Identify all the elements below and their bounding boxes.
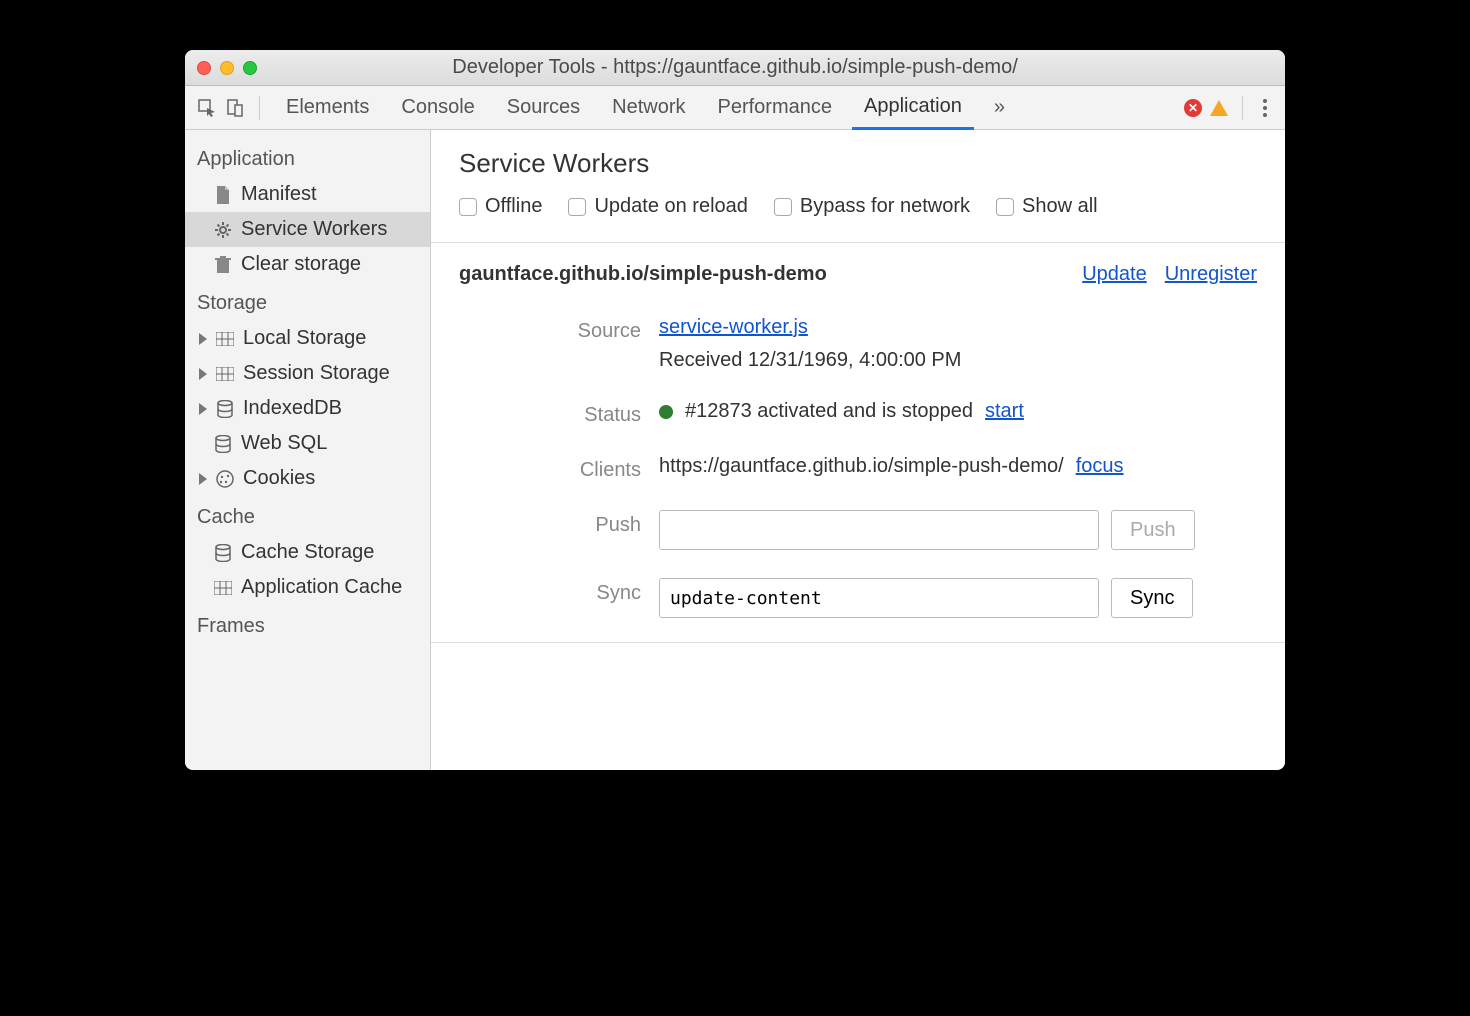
tab-performance[interactable]: Performance xyxy=(706,86,845,130)
expand-icon[interactable] xyxy=(199,403,207,415)
toolbar-divider xyxy=(259,96,260,120)
push-input[interactable] xyxy=(659,510,1099,550)
settings-menu-icon[interactable] xyxy=(1257,99,1273,117)
sidebar-section-storage: Storage xyxy=(185,282,430,321)
inspect-element-icon[interactable] xyxy=(197,98,217,118)
status-text: #12873 activated and is stopped xyxy=(685,400,973,423)
application-sidebar: Application Manifest Service Workers Cle… xyxy=(185,130,431,770)
update-link[interactable]: Update xyxy=(1082,263,1147,286)
sidebar-section-application: Application xyxy=(185,138,430,177)
offline-checkbox[interactable]: Offline xyxy=(459,195,542,218)
close-window-button[interactable] xyxy=(197,61,211,75)
unregister-link[interactable]: Unregister xyxy=(1165,263,1257,286)
sidebar-section-frames: Frames xyxy=(185,605,430,644)
sidebar-item-label: Local Storage xyxy=(243,327,366,350)
panel-title: Service Workers xyxy=(459,148,1257,179)
received-text: Received 12/31/1969, 4:00:00 PM xyxy=(659,349,1257,372)
sidebar-item-application-cache[interactable]: Application Cache xyxy=(185,570,430,605)
checkbox-icon xyxy=(774,198,792,216)
divider xyxy=(431,642,1285,643)
sidebar-item-label: Application Cache xyxy=(241,576,402,599)
sidebar-item-label: Manifest xyxy=(241,183,317,206)
toolbar-divider xyxy=(1242,96,1243,120)
tab-network[interactable]: Network xyxy=(600,86,697,130)
tab-elements[interactable]: Elements xyxy=(274,86,381,130)
tab-application[interactable]: Application xyxy=(852,86,974,130)
tabs-overflow[interactable]: » xyxy=(982,86,1017,130)
start-link[interactable]: start xyxy=(985,400,1024,423)
database-icon xyxy=(215,399,235,419)
database-icon xyxy=(213,434,233,454)
focus-link[interactable]: focus xyxy=(1076,455,1124,478)
warning-badge-icon[interactable] xyxy=(1210,100,1228,116)
sidebar-item-label: Session Storage xyxy=(243,362,390,385)
bypass-network-checkbox[interactable]: Bypass for network xyxy=(774,195,970,218)
devtools-toolbar: Elements Console Sources Network Perform… xyxy=(185,86,1285,130)
window-titlebar: Developer Tools - https://gauntface.gith… xyxy=(185,50,1285,86)
sw-origin: gauntface.github.io/simple-push-demo xyxy=(459,263,827,286)
sync-input[interactable] xyxy=(659,578,1099,618)
sidebar-item-session-storage[interactable]: Session Storage xyxy=(185,356,430,391)
push-label: Push xyxy=(459,510,659,537)
sw-details: Source service-worker.js Received 12/31/… xyxy=(431,306,1285,642)
grid-icon xyxy=(215,364,235,384)
expand-icon[interactable] xyxy=(199,333,207,345)
expand-icon[interactable] xyxy=(199,368,207,380)
tab-console[interactable]: Console xyxy=(389,86,486,130)
sidebar-item-cookies[interactable]: Cookies xyxy=(185,461,430,496)
expand-icon[interactable] xyxy=(199,473,207,485)
window-title: Developer Tools - https://gauntface.gith… xyxy=(185,56,1285,79)
sidebar-item-label: Service Workers xyxy=(241,218,387,241)
sidebar-item-cache-storage[interactable]: Cache Storage xyxy=(185,535,430,570)
sidebar-item-label: Clear storage xyxy=(241,253,361,276)
sidebar-item-indexeddb[interactable]: IndexedDB xyxy=(185,391,430,426)
grid-icon xyxy=(213,578,233,598)
device-toggle-icon[interactable] xyxy=(225,98,245,118)
traffic-lights xyxy=(197,61,257,75)
grid-icon xyxy=(215,329,235,349)
cookie-icon xyxy=(215,469,235,489)
maximize-window-button[interactable] xyxy=(243,61,257,75)
minimize-window-button[interactable] xyxy=(220,61,234,75)
sidebar-item-label: Cookies xyxy=(243,467,315,490)
sidebar-item-label: Cache Storage xyxy=(241,541,374,564)
sync-label: Sync xyxy=(459,578,659,605)
show-all-checkbox[interactable]: Show all xyxy=(996,195,1098,218)
service-workers-panel: Service Workers Offline Update on reload… xyxy=(431,130,1285,770)
sw-origin-row: gauntface.github.io/simple-push-demo Upd… xyxy=(431,243,1285,306)
checkbox-icon xyxy=(996,198,1014,216)
sidebar-item-local-storage[interactable]: Local Storage xyxy=(185,321,430,356)
devtools-body: Application Manifest Service Workers Cle… xyxy=(185,130,1285,770)
trash-icon xyxy=(213,255,233,275)
sidebar-item-web-sql[interactable]: Web SQL xyxy=(185,426,430,461)
source-label: Source xyxy=(459,316,659,343)
sidebar-item-label: Web SQL xyxy=(241,432,327,455)
status-indicator-icon xyxy=(659,405,673,419)
gear-icon xyxy=(213,220,233,240)
sync-button[interactable]: Sync xyxy=(1111,578,1193,618)
checkbox-icon xyxy=(459,198,477,216)
push-button[interactable]: Push xyxy=(1111,510,1195,550)
error-badge-icon[interactable]: ✕ xyxy=(1184,99,1202,117)
client-url: https://gauntface.github.io/simple-push-… xyxy=(659,455,1064,478)
update-on-reload-checkbox[interactable]: Update on reload xyxy=(568,195,747,218)
sidebar-section-cache: Cache xyxy=(185,496,430,535)
sw-options: Offline Update on reload Bypass for netw… xyxy=(459,195,1257,232)
checkbox-icon xyxy=(568,198,586,216)
tab-sources[interactable]: Sources xyxy=(495,86,592,130)
database-icon xyxy=(213,543,233,563)
sidebar-item-clear-storage[interactable]: Clear storage xyxy=(185,247,430,282)
clients-label: Clients xyxy=(459,455,659,482)
file-icon xyxy=(213,185,233,205)
devtools-window: Developer Tools - https://gauntface.gith… xyxy=(185,50,1285,770)
sidebar-item-service-workers[interactable]: Service Workers xyxy=(185,212,430,247)
sidebar-item-manifest[interactable]: Manifest xyxy=(185,177,430,212)
sidebar-item-label: IndexedDB xyxy=(243,397,342,420)
source-link[interactable]: service-worker.js xyxy=(659,316,1257,339)
status-label: Status xyxy=(459,400,659,427)
